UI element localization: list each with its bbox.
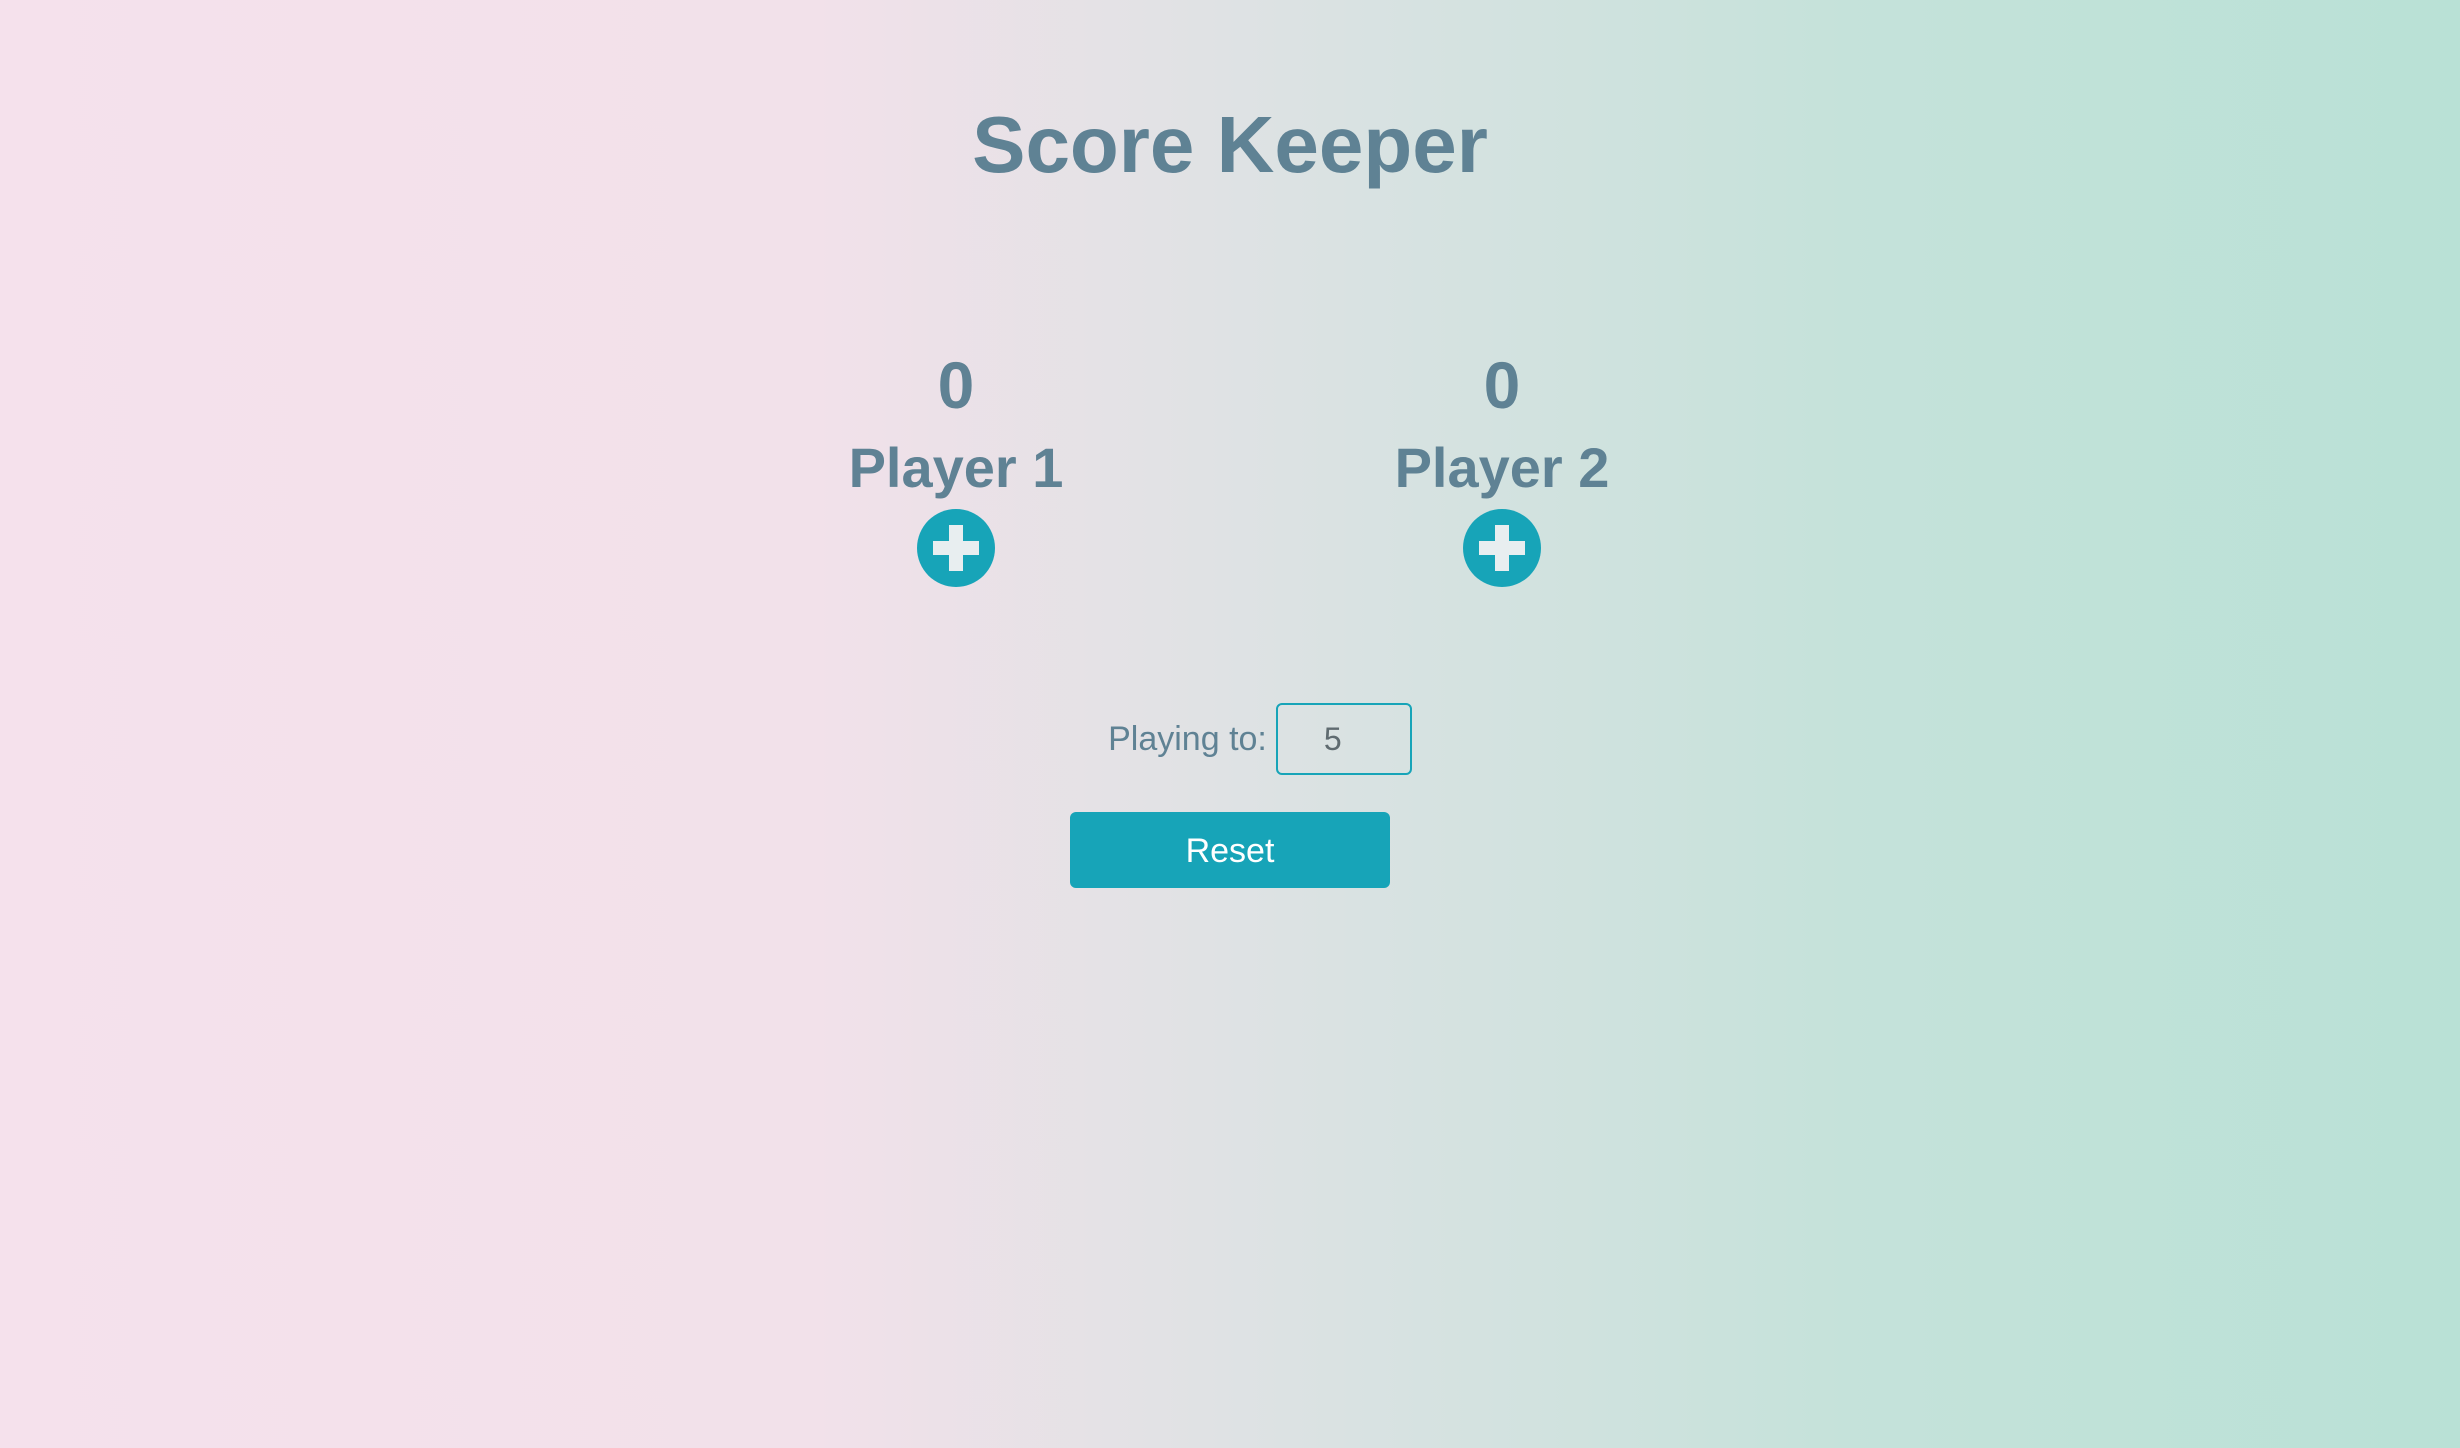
playing-to-label: Playing to: <box>1108 719 1267 758</box>
playing-to-input[interactable] <box>1275 703 1412 775</box>
page-title: Score Keeper <box>972 100 1488 189</box>
player-1-name: Player 1 <box>848 436 1064 499</box>
reset-button[interactable]: Reset <box>1070 812 1390 888</box>
player-2-score: 0 <box>1483 348 1521 422</box>
player-1-add-point-button[interactable] <box>917 509 995 587</box>
playing-to-row: Playing to: <box>0 703 2460 775</box>
player-2-name: Player 2 <box>1394 436 1610 499</box>
player-2-add-point-button[interactable] <box>1463 509 1541 587</box>
player-2-panel: 0 Player 2 <box>1352 345 1652 587</box>
player-1-panel: 0 Player 1 <box>806 345 1106 587</box>
player-1-score: 0 <box>937 348 975 422</box>
